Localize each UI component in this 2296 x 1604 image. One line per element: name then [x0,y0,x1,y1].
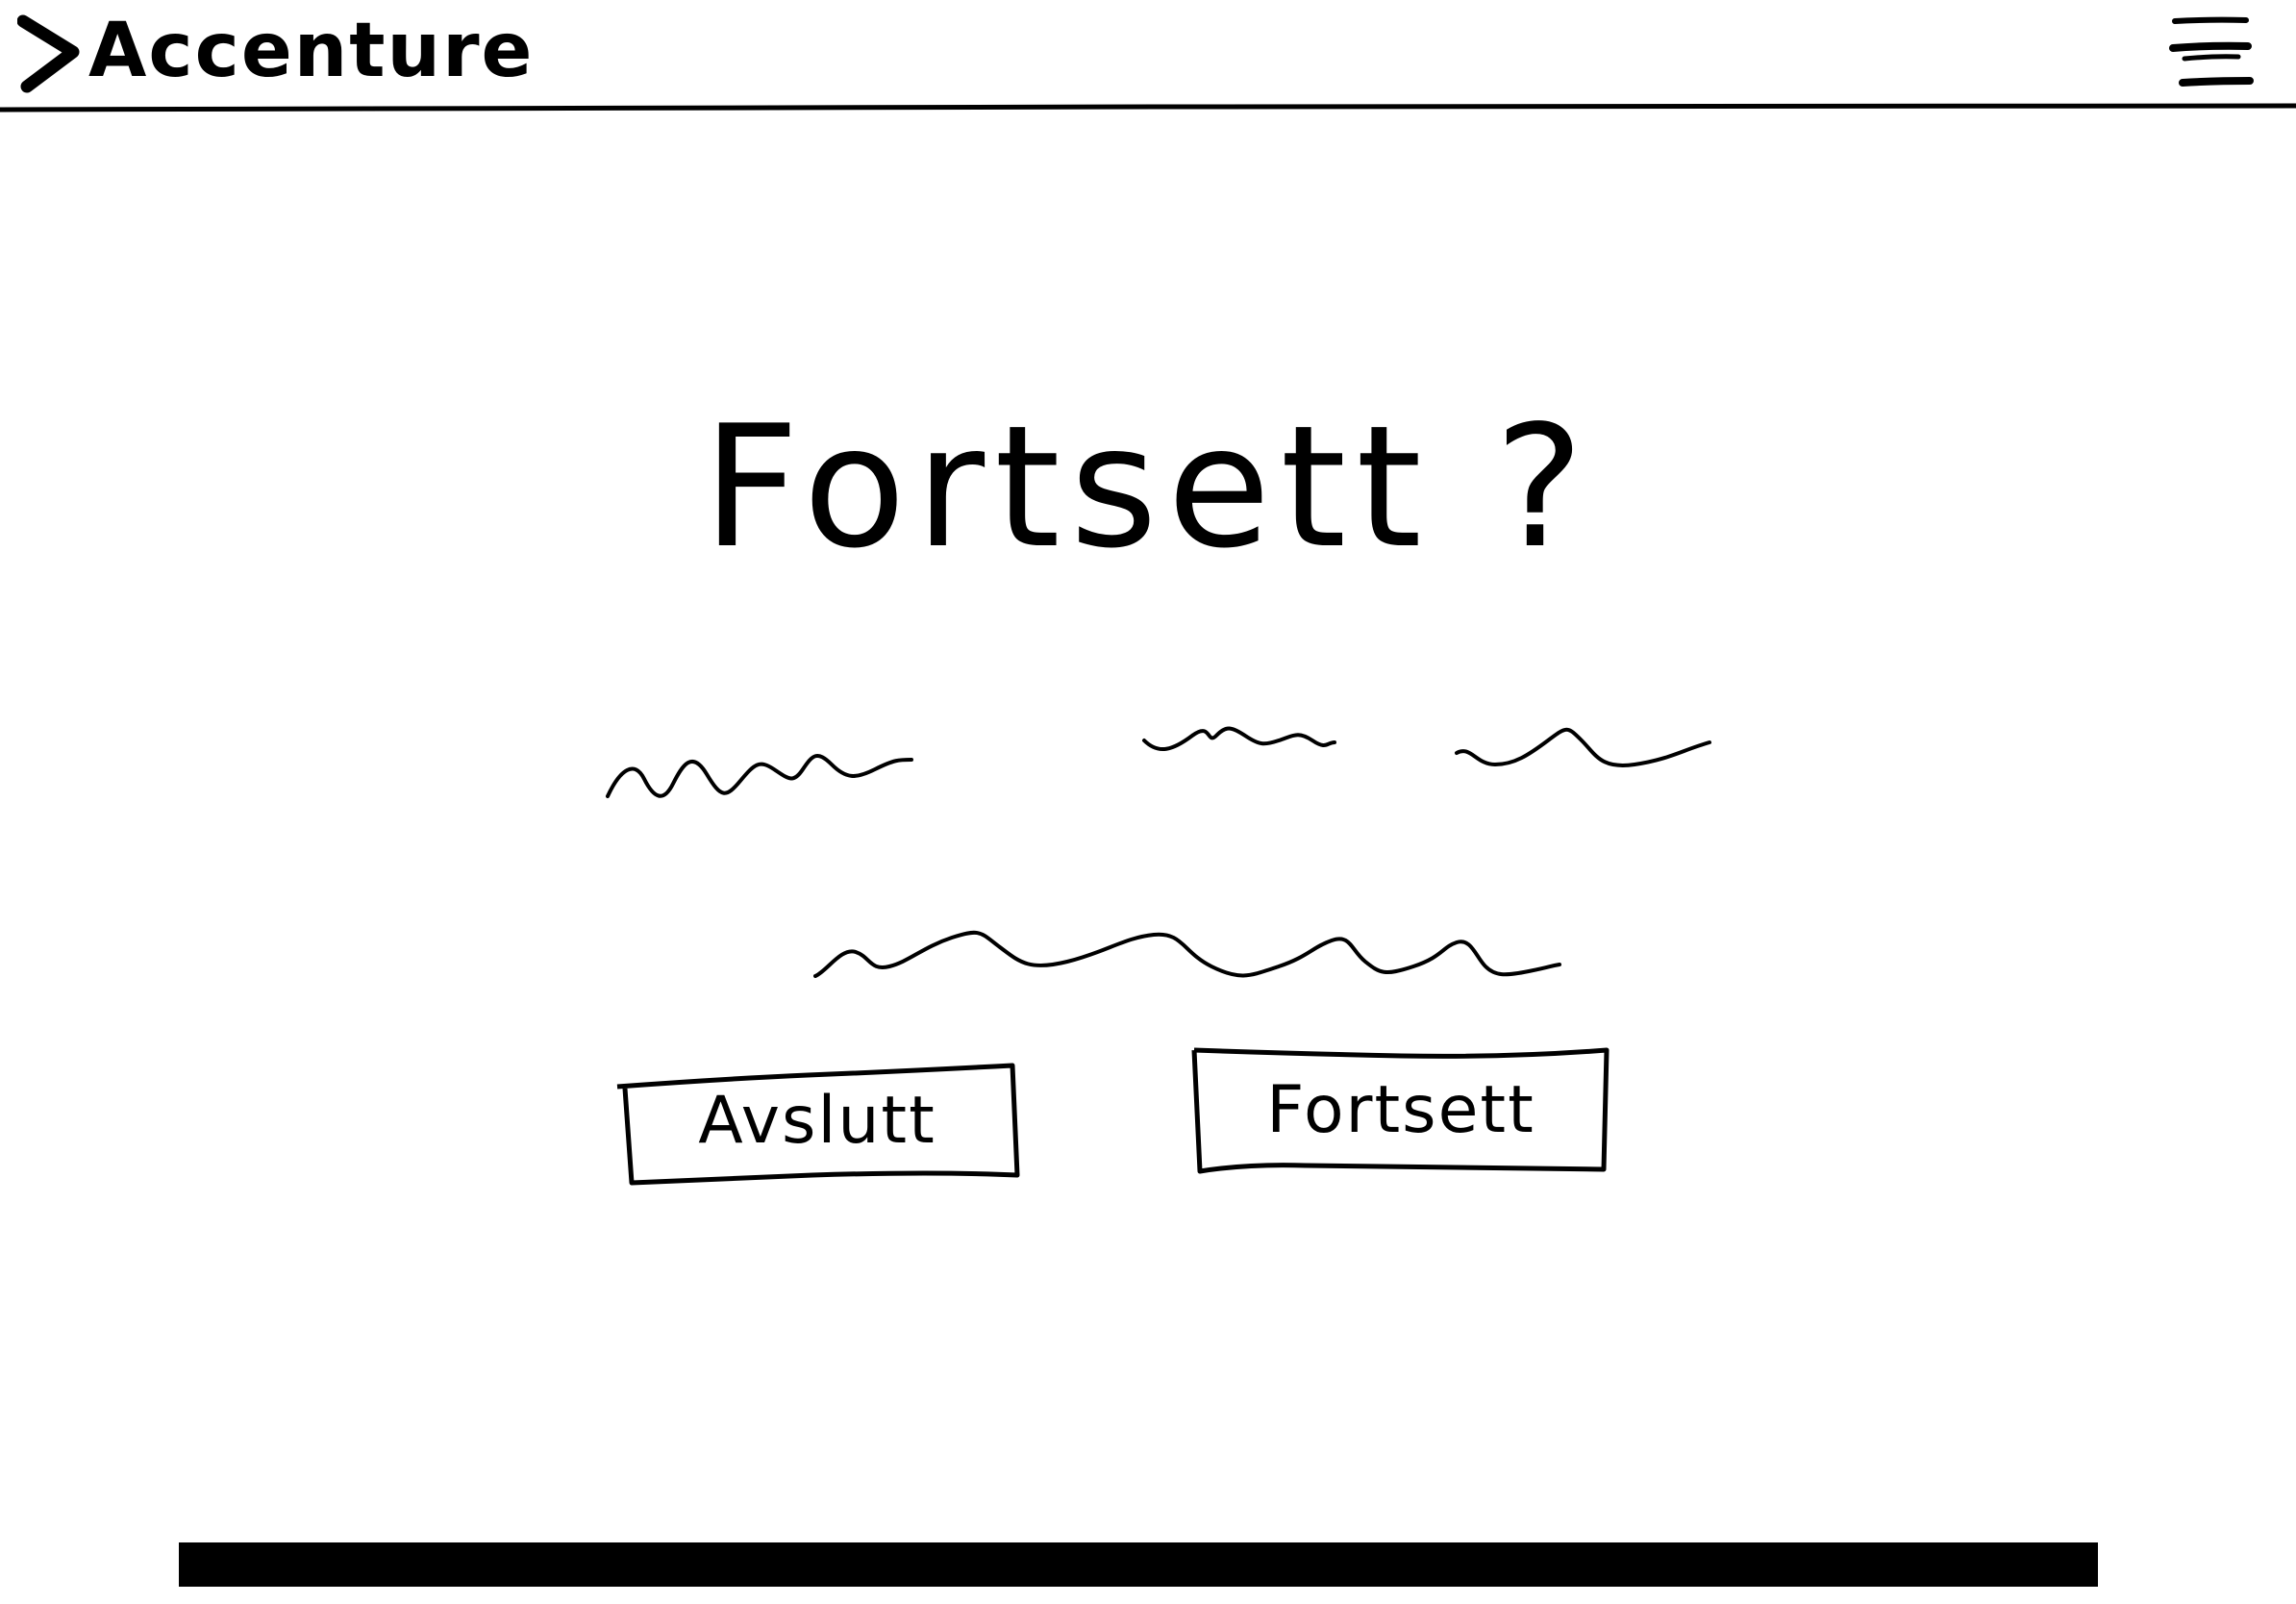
header-divider [0,103,2296,113]
logo-text: Accenture [88,8,535,94]
progress-fill [179,1542,2098,1587]
cancel-button-label: Avslutt [698,1082,936,1159]
continue-button-label: Fortsett [1266,1071,1535,1148]
page-title: Fortsett ? [702,390,1594,586]
placeholder-line [606,754,913,798]
placeholder-line [1142,726,1336,751]
placeholder-line [813,930,1561,978]
progress-bar [179,1542,2098,1587]
hamburger-menu-icon [2169,16,2254,87]
continue-button[interactable]: Fortsett [1190,1046,1611,1174]
menu-button[interactable] [2161,12,2258,93]
chevron-right-icon [17,14,80,93]
cancel-button[interactable]: Avslutt [615,1058,1020,1186]
logo[interactable]: Accenture [17,8,534,94]
placeholder-line [1455,727,1711,767]
app-header: Accenture [0,0,2296,113]
placeholder-text-block [606,726,1711,978]
